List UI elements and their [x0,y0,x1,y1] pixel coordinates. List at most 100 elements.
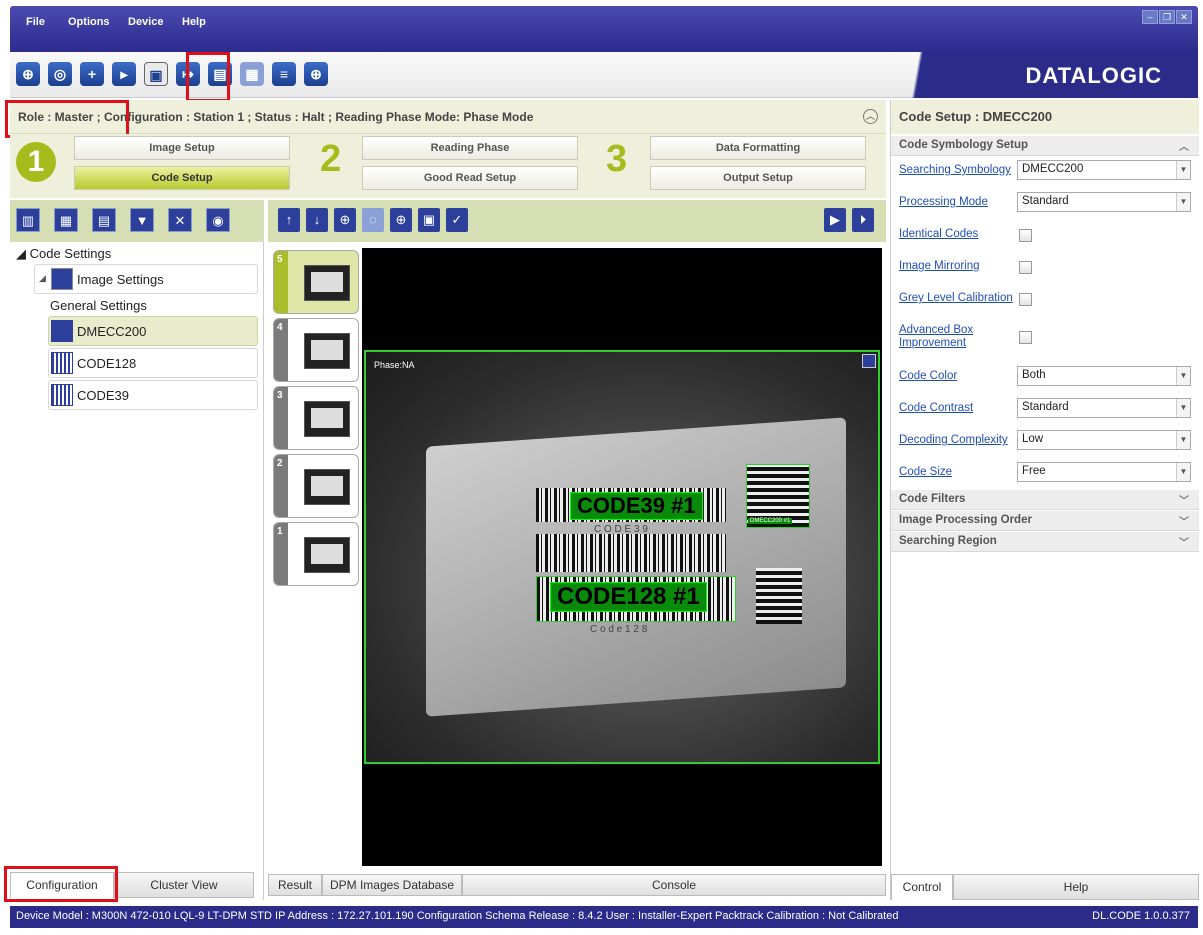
datalogic-logo: DATALOGIC [1025,63,1162,88]
image-mirroring-checkbox[interactable] [1019,261,1032,274]
save-image-icon[interactable]: ▣ [144,62,168,86]
code128-result-label: CODE128 #1 [550,582,707,612]
section-code-symbology-setup[interactable]: Code Symbology Setup ︿ [891,136,1199,156]
target-icon[interactable]: ⊕ [16,62,40,86]
thumbnail[interactable]: 1 [273,522,359,586]
advanced-box-label-1[interactable]: Advanced Box [899,324,973,336]
autolearn-icon[interactable]: ◉ [206,208,230,232]
tree-image-settings[interactable]: ◢ Image Settings [34,264,258,294]
code-size-select[interactable]: Free ▼ [1017,462,1191,482]
postal-code-icon[interactable]: ▤ [92,208,116,232]
code128-subtext: C o d e 1 2 8 [590,624,648,635]
tree-root[interactable]: ◢ Code Settings [16,246,111,262]
get-image-icon[interactable]: ▸ [112,62,136,86]
tab-console[interactable]: Console [462,874,886,896]
role-bar: Role : Master ; Configuration : Station … [10,100,886,134]
save-icon[interactable]: ▣ [418,208,440,232]
barcode-icon [51,352,73,374]
advanced-box-checkbox[interactable] [1019,331,1032,344]
image-info-icon[interactable] [862,354,876,368]
zoom-fit-icon[interactable]: ⊕ [390,208,412,232]
restore-icon[interactable]: ❐ [1159,10,1175,24]
code-color-label[interactable]: Code Color [899,370,957,382]
tab-result[interactable]: Result [268,874,322,896]
decoding-complexity-select[interactable]: Low ▼ [1017,430,1191,450]
acquired-image[interactable]: Phase:NA CODE39 #1 C O D E 3 9 CODE128 #… [364,350,880,764]
barcode-icon [51,384,73,406]
tab-dpm-images-database[interactable]: DPM Images Database [322,874,462,896]
status-bar: Device Model : M300N 472-010 LQL-9 LT-DP… [10,906,1198,928]
image-viewer[interactable]: Phase:NA CODE39 #1 C O D E 3 9 CODE128 #… [362,248,882,866]
menu-help[interactable]: Help [182,16,206,28]
code-setup-button[interactable]: Code Setup [74,166,290,190]
tree-root-label: Code Settings [29,246,112,261]
thumbnail-image [304,333,350,369]
check-icon[interactable]: ✓ [446,208,468,232]
code-contrast-select[interactable]: Standard ▼ [1017,398,1191,418]
decoding-complexity-label[interactable]: Decoding Complexity [899,434,1008,446]
code-settings-panel: ▥ ▦ ▤ ▼ ✕ ◉ ◢ Code Settings ◢ Image Sett… [10,200,264,900]
identical-codes-checkbox[interactable] [1019,229,1032,242]
image-settings-icon[interactable]: ▦ [240,62,264,86]
good-read-setup-button[interactable]: Good Read Setup [362,166,578,190]
thumbnail-index: 5 [274,251,288,313]
zoom-100-icon[interactable]: ◌ [362,208,384,232]
tab-help[interactable]: Help [953,874,1199,900]
data-formatting-button[interactable]: Data Formatting [650,136,866,160]
code39-result-label: CODE39 #1 [570,492,703,520]
zoom-in-icon[interactable]: ⊕ [334,208,356,232]
advanced-box-label-2[interactable]: Improvement [899,337,966,349]
filter-icon[interactable]: ▼ [130,208,154,232]
barcode-icon[interactable]: ▥ [16,208,40,232]
tab-cluster-view[interactable]: Cluster View [114,872,254,898]
tree-code-dmecc200[interactable]: DMECC200 [48,316,258,346]
menu-options[interactable]: Options [68,16,110,28]
section-code-filters[interactable]: Code Filters ﹀ [891,490,1199,510]
processing-mode-select[interactable]: Standard ▼ [1017,192,1191,212]
searching-symbology-select[interactable]: DMECC200 ▼ [1017,160,1191,180]
thumbnail[interactable]: 4 [273,318,359,382]
thumbnail[interactable]: 5 [273,250,359,314]
section-image-processing-order[interactable]: Image Processing Order ﹀ [891,511,1199,531]
collapse-icon[interactable]: ︿ [863,109,878,124]
gear-camera-icon[interactable]: ◎ [48,62,72,86]
output-setup-button[interactable]: Output Setup [650,166,866,190]
section-searching-region[interactable]: Searching Region ﹀ [891,532,1199,552]
version-label: DL.CODE 1.0.0.377 [1092,910,1190,922]
grey-level-calibration-label[interactable]: Grey Level Calibration [899,292,1013,304]
compare-icon[interactable]: ≡ [272,62,296,86]
chevron-down-icon: ﹀ [1179,496,1189,507]
matrix-code-icon[interactable]: ▦ [54,208,78,232]
menu-file[interactable]: File [26,16,45,28]
thumbnail[interactable]: 2 [273,454,359,518]
select-value: DMECC200 [1022,163,1084,175]
add-image-icon[interactable]: + [80,62,104,86]
processing-mode-label[interactable]: Processing Mode [899,196,988,208]
identical-codes-label[interactable]: Identical Codes [899,228,978,240]
reading-phase-button[interactable]: Reading Phase [362,136,578,160]
code-size-label[interactable]: Code Size [899,466,952,478]
code-contrast-label[interactable]: Code Contrast [899,402,973,414]
chevron-down-icon: ▼ [1176,161,1190,179]
menu-device[interactable]: Device [128,16,163,28]
image-setup-button[interactable]: Image Setup [74,136,290,160]
section-title: Code Filters [899,493,966,505]
grey-level-calibration-checkbox[interactable] [1019,293,1032,306]
delete-icon[interactable]: ✕ [168,208,192,232]
play-icon[interactable]: ▶ [824,208,846,232]
move-up-icon[interactable]: ↑ [278,208,300,232]
thumbnail[interactable]: 3 [273,386,359,450]
chevron-down-icon: ﹀ [1179,517,1189,528]
tree-code-code128[interactable]: CODE128 [48,348,258,378]
minimize-icon[interactable]: – [1142,10,1158,24]
move-down-icon[interactable]: ↓ [306,208,328,232]
step-forward-icon[interactable]: ⏵ [852,208,874,232]
step-1-badge: 1 [16,142,56,182]
code-color-select[interactable]: Both ▼ [1017,366,1191,386]
close-icon[interactable]: ✕ [1176,10,1192,24]
image-mirroring-label[interactable]: Image Mirroring [899,260,980,272]
tree-code-code39[interactable]: CODE39 [48,380,258,410]
searching-symbology-label[interactable]: Searching Symbology [899,164,1011,176]
crosshair-icon[interactable]: ⊕ [304,62,328,86]
tab-control[interactable]: Control [891,874,953,900]
